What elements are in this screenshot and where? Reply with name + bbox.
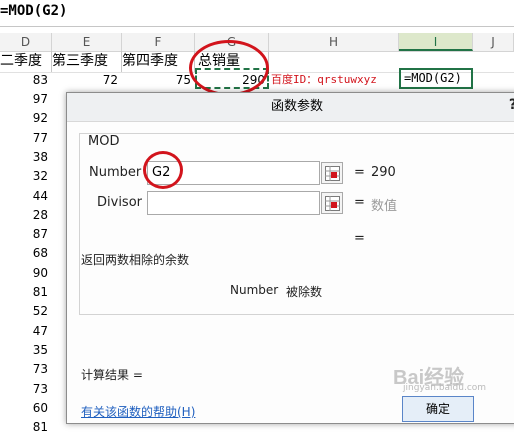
- cell-d-value[interactable]: 77: [0, 129, 48, 147]
- number-ref-button[interactable]: [321, 162, 343, 184]
- header-cell-f[interactable]: 第四季度: [122, 51, 195, 72]
- divisor-result: 数值: [371, 199, 398, 214]
- annotation-ellipse-number: [143, 151, 183, 189]
- formula-text[interactable]: =MOD(G2): [0, 3, 67, 19]
- cell-d-value[interactable]: 44: [0, 187, 48, 205]
- column-header-e[interactable]: E: [52, 33, 122, 51]
- number-equals: =: [354, 165, 365, 180]
- cell-d2[interactable]: 83: [0, 71, 48, 89]
- cell-d-value[interactable]: 68: [0, 244, 48, 262]
- cell-d-value[interactable]: 81: [0, 283, 48, 301]
- cell-d-value[interactable]: 87: [0, 225, 48, 243]
- param-description-name: Number: [230, 283, 279, 297]
- cell-d-value[interactable]: 52: [0, 302, 48, 320]
- cell-f2[interactable]: 75: [122, 71, 191, 89]
- calc-result-label: 计算结果 =: [81, 368, 143, 382]
- function-help-link[interactable]: 有关该函数的帮助(H): [81, 403, 195, 420]
- header-cell-d[interactable]: 二季度: [0, 51, 52, 72]
- column-header-j[interactable]: J: [473, 33, 514, 51]
- overall-equals: =: [354, 231, 365, 246]
- baidu-watermark-url: jingyan.baidu.com: [403, 383, 487, 393]
- header-cell-e[interactable]: 第三季度: [52, 51, 122, 72]
- function-name: MOD: [85, 134, 123, 149]
- divisor-input[interactable]: [147, 191, 320, 215]
- cell-d-value[interactable]: 60: [0, 399, 48, 417]
- cell-i2-active[interactable]: =MOD(G2): [399, 68, 473, 89]
- formula-bar[interactable]: =MOD(G2): [0, 0, 514, 27]
- divisor-ref-button[interactable]: [321, 192, 343, 214]
- column-header-i[interactable]: I: [399, 33, 473, 51]
- param-description-text: 被除数: [286, 285, 323, 299]
- cell-d-value[interactable]: 92: [0, 109, 48, 127]
- number-result: 290: [371, 165, 396, 180]
- cell-d-value[interactable]: 28: [0, 206, 48, 224]
- cell-d-value[interactable]: 32: [0, 167, 48, 185]
- cell-d-value[interactable]: 90: [0, 264, 48, 282]
- cell-d-value[interactable]: 38: [0, 148, 48, 166]
- cell-reference-icon: [325, 196, 340, 211]
- cell-d-value[interactable]: 97: [0, 90, 48, 108]
- cell-d-value[interactable]: 73: [0, 360, 48, 378]
- cell-reference-icon: [325, 166, 340, 181]
- cell-d-value[interactable]: 47: [0, 322, 48, 340]
- function-description: 返回两数相除的余数: [81, 253, 190, 267]
- number-label: Number: [89, 165, 142, 180]
- column-header-f[interactable]: F: [122, 33, 195, 51]
- column-header-h[interactable]: H: [269, 33, 399, 51]
- help-icon[interactable]: ?: [509, 97, 514, 113]
- ok-button[interactable]: 确定: [402, 396, 474, 422]
- dialog-title[interactable]: 函数参数: [67, 93, 514, 122]
- cell-e2[interactable]: 72: [52, 71, 118, 89]
- cell-d-value[interactable]: 81: [0, 418, 48, 436]
- annotation-ellipse-total: [189, 40, 269, 96]
- divisor-label: Divisor: [97, 195, 142, 210]
- cell-d-value[interactable]: 73: [0, 380, 48, 398]
- cell-d-value[interactable]: 35: [0, 341, 48, 359]
- cell-h2[interactable]: 百度ID：qrstuwxyz: [271, 71, 399, 89]
- column-header-d[interactable]: D: [0, 33, 52, 51]
- divisor-equals: =: [354, 195, 365, 210]
